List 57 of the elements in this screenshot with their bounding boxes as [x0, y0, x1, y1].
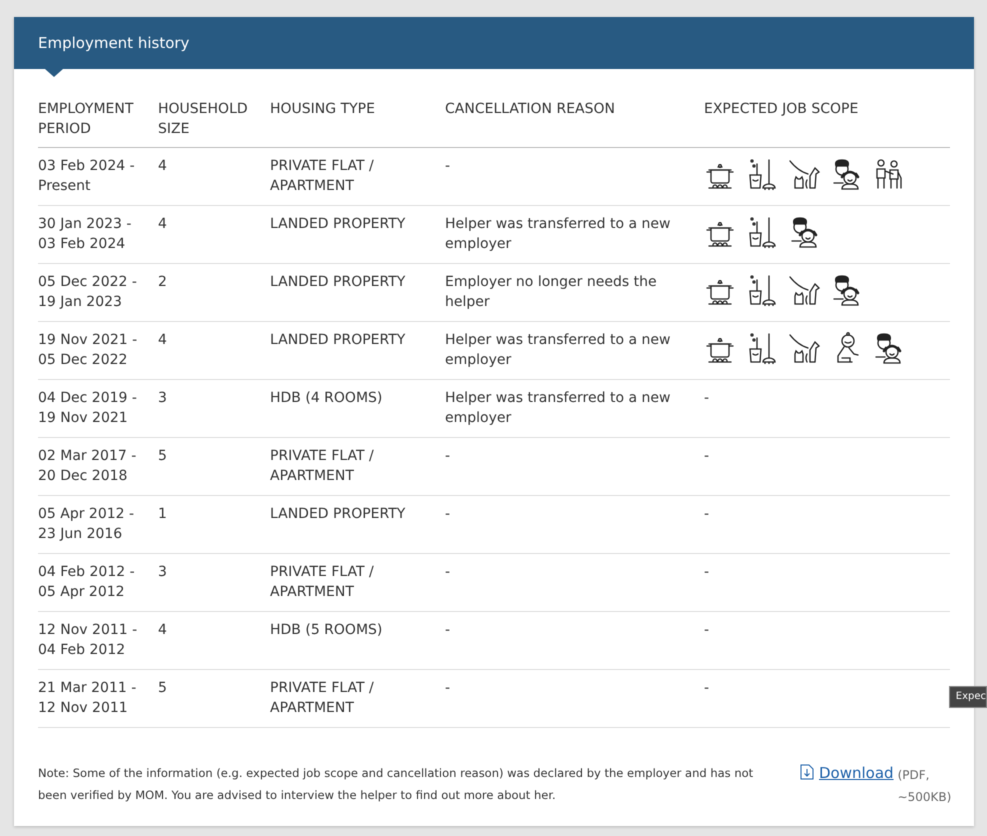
file-info: (PDF, ~500KB)	[898, 767, 950, 806]
household-size: 5	[158, 679, 167, 698]
employment-period: 21 Mar 2011 - 12 Nov 2011	[38, 679, 138, 718]
household-size: 4	[158, 215, 167, 234]
employment-period: 19 Nov 2021 - 05 Dec 2022	[38, 331, 138, 370]
cancellation-reason: -	[445, 563, 450, 582]
housing-type: PRIVATE FLAT / APARTMENT	[270, 157, 375, 196]
file-download-icon	[800, 764, 814, 780]
employment-period: 03 Feb 2024 - Present	[38, 157, 136, 196]
housing-type: LANDED PROPERTY	[270, 331, 406, 350]
cancellation-reason: -	[445, 621, 450, 640]
household-size: 4	[158, 157, 167, 176]
job-scope: -	[704, 389, 710, 408]
job-scope: -	[704, 621, 710, 640]
cancellation-reason: Helper was transferred to a new employer	[445, 331, 672, 370]
cancellation-reason: -	[445, 505, 450, 524]
job-scope: -	[704, 505, 710, 524]
column-header: HOUSEHOLD SIZE	[158, 100, 249, 139]
cancellation-reason: Helper was transferred to a new employer	[445, 215, 672, 254]
household-size: 5	[158, 447, 167, 466]
job-scope: -	[704, 563, 710, 582]
employment-period: 05 Apr 2012 - 23 Jun 2016	[38, 505, 136, 544]
household-size: 3	[158, 563, 167, 582]
household-size: 1	[158, 505, 167, 524]
housing-type: LANDED PROPERTY	[270, 505, 406, 524]
employment-period: 04 Feb 2012 - 05 Apr 2012	[38, 563, 136, 602]
housing-type: PRIVATE FLAT / APARTMENT	[270, 679, 375, 718]
housing-type: PRIVATE FLAT / APARTMENT	[270, 563, 375, 602]
household-size: 4	[158, 621, 167, 640]
cancellation-reason: -	[445, 157, 450, 176]
cancellation-reason: -	[445, 447, 450, 466]
household-size: 2	[158, 273, 167, 292]
column-header: EXPECTED JOB SCOPE	[704, 100, 858, 119]
column-header: CANCELLATION REASON	[445, 100, 616, 119]
employment-period: 12 Nov 2011 - 04 Feb 2012	[38, 621, 138, 660]
panel-title: Employment history	[38, 32, 190, 54]
cancellation-reason: -	[445, 679, 450, 698]
column-header: EMPLOYMENT PERIOD	[38, 100, 134, 139]
tooltip: Expec	[948, 686, 987, 708]
employment-period: 30 Jan 2023 - 03 Feb 2024	[38, 215, 132, 254]
job-scope: -	[704, 679, 710, 698]
household-size: 3	[158, 389, 167, 408]
employment-period: 05 Dec 2022 - 19 Jan 2023	[38, 273, 138, 312]
column-header: HOUSING TYPE	[270, 100, 375, 119]
employment-period: 02 Mar 2017 - 20 Dec 2018	[38, 447, 138, 486]
household-size: 4	[158, 331, 167, 350]
download-link[interactable]: Download	[819, 764, 894, 782]
job-scope: -	[704, 447, 710, 466]
housing-type: HDB (4 ROOMS)	[270, 389, 382, 408]
note-text: Note: Some of the information (e.g. expected job scope and cancellation reason) was declared by the employer and has not been verified by MOM. You are advised to interview the helper to find out more about her.	[38, 765, 754, 804]
cancellation-reason: Helper was transferred to a new employer	[445, 389, 672, 428]
housing-type: HDB (5 ROOMS)	[270, 621, 382, 640]
housing-type: LANDED PROPERTY	[270, 215, 406, 234]
housing-type: PRIVATE FLAT / APARTMENT	[270, 447, 375, 486]
employment-period: 04 Dec 2019 - 19 Nov 2021	[38, 389, 138, 428]
cancellation-reason: Employer no longer needs the helper	[445, 273, 658, 312]
housing-type: LANDED PROPERTY	[270, 273, 406, 292]
